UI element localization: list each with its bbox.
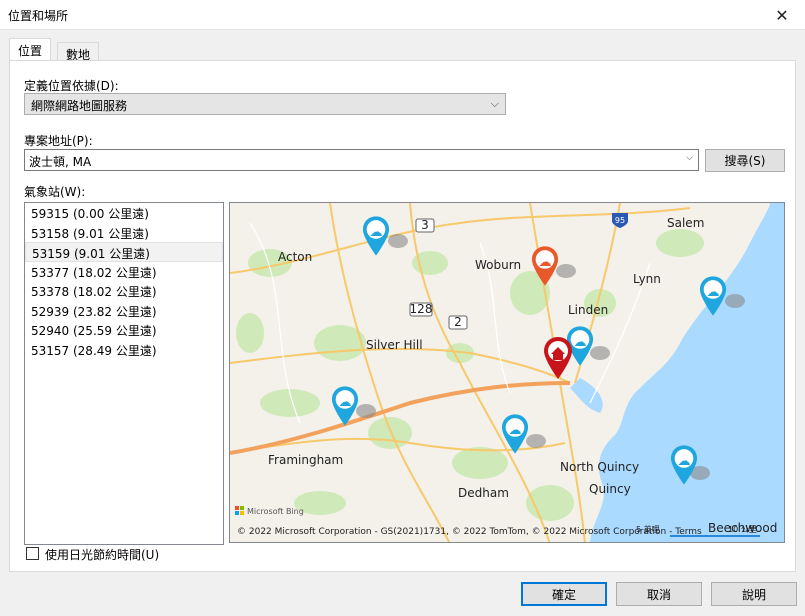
- road-shield-2: 2: [448, 315, 468, 330]
- define-location-value: 網際網路地圖服務: [31, 99, 128, 113]
- map-copyright: © 2022 Microsoft Corporation - GS(2021)1…: [237, 527, 702, 537]
- svg-text:128: 128: [410, 302, 433, 316]
- list-item[interactable]: 53377 (18.02 公里遠): [25, 262, 223, 282]
- city-label: Dedham: [458, 486, 509, 500]
- cancel-button[interactable]: 取消: [616, 582, 702, 606]
- road-shield-95: 95: [612, 213, 628, 228]
- svg-text:Microsoft Bing: Microsoft Bing: [247, 507, 304, 516]
- title-bar: 位置和場所 ✕: [0, 0, 805, 30]
- map-view[interactable]: 3 95 128 2 Acton Woburn Salem Lynn Linde…: [229, 202, 785, 543]
- list-item[interactable]: 53378 (18.02 公里遠): [25, 281, 223, 301]
- harbor: [570, 378, 603, 413]
- ok-button[interactable]: 確定: [521, 582, 607, 606]
- tab-location[interactable]: 位置: [9, 38, 52, 61]
- project-address-value: 波士頓, MA: [29, 155, 92, 169]
- define-location-label: 定義位置依據(D):: [24, 79, 119, 93]
- define-location-select[interactable]: 網際網路地圖服務 ⌵: [24, 93, 506, 115]
- city-label: Salem: [667, 216, 704, 230]
- road-shield-128: 128: [409, 302, 433, 317]
- svg-text:☁: ☁: [574, 335, 587, 350]
- svg-text:10 公里: 10 公里: [728, 525, 757, 534]
- weather-stations-list[interactable]: 59315 (0.00 公里遠) 53158 (9.01 公里遠) 53159 …: [24, 202, 224, 545]
- city-label: Linden: [568, 303, 608, 317]
- daylight-saving-checkbox[interactable]: [26, 547, 39, 560]
- svg-text:5 英哩: 5 英哩: [636, 524, 660, 534]
- svg-text:95: 95: [615, 216, 625, 225]
- city-label: Acton: [278, 250, 312, 264]
- search-button[interactable]: 搜尋(S): [705, 149, 785, 172]
- project-address-input[interactable]: 波士頓, MA ⌵: [24, 149, 699, 171]
- list-item[interactable]: 52940 (25.59 公里遠): [25, 320, 223, 340]
- bing-logo: Microsoft Bing: [235, 506, 304, 516]
- weather-pin-icon[interactable]: ☁: [566, 326, 610, 366]
- road-shield-3: 3: [415, 218, 435, 233]
- chevron-down-icon[interactable]: ⌵: [686, 153, 693, 163]
- project-address-label: 專案地址(P):: [24, 134, 93, 148]
- list-item[interactable]: 53157 (28.49 公里遠): [25, 340, 223, 360]
- city-label: Woburn: [475, 258, 521, 272]
- svg-text:☁: ☁: [509, 423, 522, 438]
- list-item[interactable]: 59315 (0.00 公里遠): [25, 203, 223, 223]
- map-canvas: 3 95 128 2 Acton Woburn Salem Lynn Linde…: [230, 203, 784, 542]
- list-item[interactable]: 53159 (9.01 公里遠): [25, 242, 223, 262]
- chevron-down-icon: ⌵: [490, 97, 499, 110]
- city-label: Silver Hill: [366, 338, 423, 352]
- window-title: 位置和場所: [8, 9, 69, 23]
- close-icon[interactable]: ✕: [759, 0, 805, 30]
- weather-pin-icon[interactable]: ☁: [362, 216, 408, 256]
- city-label: Framingham: [268, 453, 343, 467]
- list-item[interactable]: 52939 (23.82 公里遠): [25, 301, 223, 321]
- svg-text:☁: ☁: [539, 255, 552, 270]
- city-label: North Quincy: [560, 460, 639, 474]
- help-button[interactable]: 說明: [711, 582, 797, 606]
- svg-text:☁: ☁: [339, 395, 352, 410]
- svg-text:2: 2: [454, 315, 462, 329]
- svg-text:3: 3: [421, 218, 429, 232]
- list-item[interactable]: 53158 (9.01 公里遠): [25, 223, 223, 243]
- city-label: Lynn: [633, 272, 661, 286]
- daylight-saving-label: 使用日光節約時間(U): [45, 548, 160, 562]
- svg-text:☁: ☁: [678, 454, 691, 469]
- weather-stations-label: 氣象站(W):: [24, 185, 86, 199]
- city-label: Quincy: [589, 482, 631, 496]
- svg-text:☁: ☁: [370, 225, 383, 240]
- svg-text:☁: ☁: [707, 285, 720, 300]
